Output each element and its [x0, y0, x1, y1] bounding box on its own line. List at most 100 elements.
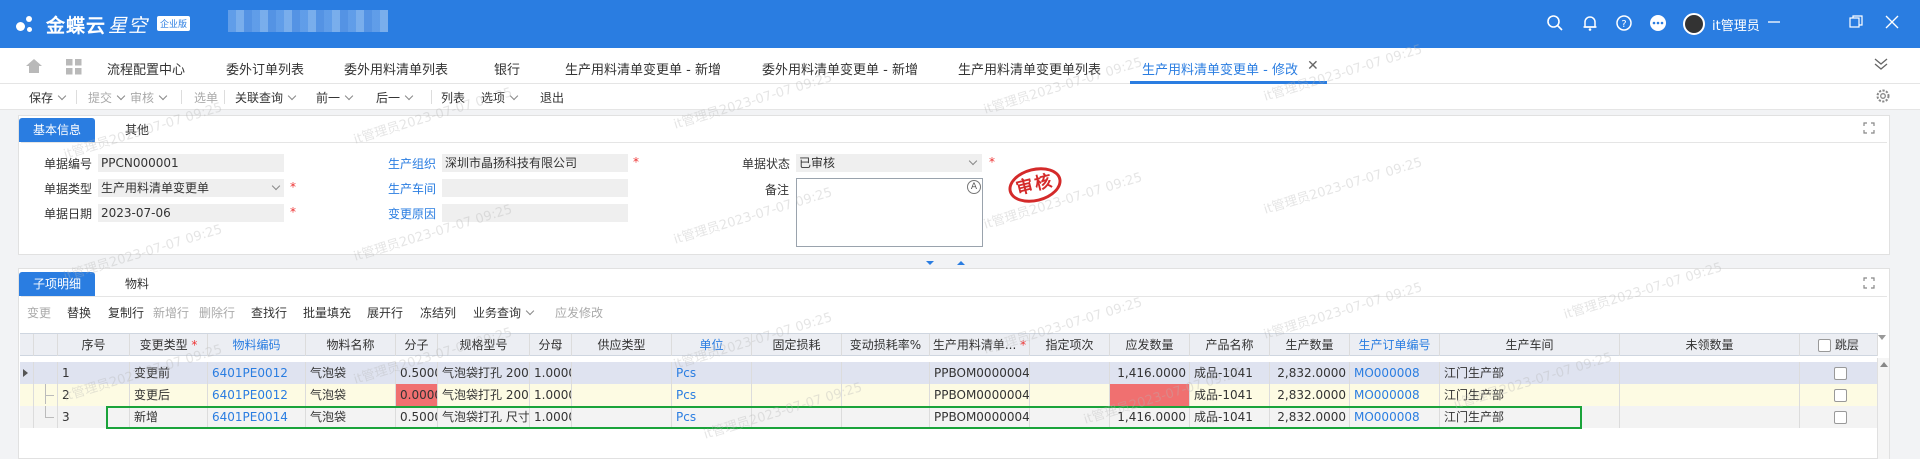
prd-org-field[interactable]: 深圳市晶扬科技有限公司 — [442, 154, 628, 172]
cell-issue-qty[interactable]: 1,416.0000 — [1110, 362, 1190, 384]
tab-ppbom-change-new[interactable]: 生产用料清单变更单 - 新增 — [565, 59, 721, 78]
cell-fixed-loss[interactable] — [752, 384, 842, 406]
cell-change-type[interactable]: 变更后 — [130, 384, 208, 406]
cell-unpicked-qty[interactable] — [1620, 362, 1800, 384]
col-header-unpicked-qty[interactable]: 未领数量 — [1620, 334, 1800, 356]
col-header-var-loss-rate[interactable]: 变动损耗率% — [842, 334, 930, 356]
col-header-prod-qty[interactable]: 生产数量 — [1270, 334, 1350, 356]
cell-material-name[interactable]: 气泡袋 — [306, 406, 396, 428]
audit-button[interactable]: 审核 — [130, 89, 166, 106]
cell-mo-no[interactable]: MO000008 — [1350, 362, 1440, 384]
row-indicator[interactable] — [20, 406, 34, 428]
col-header-issue-qty[interactable]: 应发数量 — [1110, 334, 1190, 356]
cell-var-loss-rate[interactable] — [842, 384, 930, 406]
save-button[interactable]: 保存 — [29, 89, 65, 106]
next-button[interactable]: 后一 — [376, 89, 412, 106]
col-header-denominator[interactable]: 分母 — [530, 334, 572, 356]
search-icon[interactable] — [1545, 14, 1565, 34]
delete-row-button[interactable]: 删除行 — [199, 304, 235, 321]
cell-material-name[interactable]: 气泡袋 — [306, 384, 396, 406]
cell-unpicked-qty[interactable] — [1620, 406, 1800, 428]
cell-ppbom-no[interactable]: PPBOM00000048 — [930, 384, 1030, 406]
cell-prod-qty[interactable]: 2,832.0000 — [1270, 384, 1350, 406]
col-header-change-type[interactable]: 变更类型 — [130, 334, 208, 356]
cell-skip-level[interactable] — [1800, 362, 1878, 384]
find-row-button[interactable]: 查找行 — [251, 304, 287, 321]
cell-denominator[interactable]: 1.0000 — [530, 384, 572, 406]
collapse-up-icon[interactable] — [956, 255, 966, 269]
table-row[interactable]: 1 变更前 6401PE0012 气泡袋 0.5000 气泡袋打孔 200 1.0000 Pc… — [20, 362, 1878, 384]
settings-gear-icon[interactable] — [1875, 88, 1891, 107]
change-reason-label[interactable]: 变更原因 — [388, 205, 436, 222]
avatar[interactable] — [1683, 13, 1705, 35]
bell-icon[interactable] — [1580, 14, 1600, 34]
cell-issue-qty[interactable] — [1110, 384, 1190, 406]
skip-level-checkbox[interactable] — [1834, 411, 1847, 424]
copy-row-button[interactable]: 复制行 — [108, 304, 144, 321]
cell-spec[interactable]: 气泡袋打孔 尺寸 — [438, 406, 530, 428]
tab-sub-detail[interactable]: 子项明细 — [19, 272, 96, 296]
tab-ppbom-change-list[interactable]: 生产用料清单变更单列表 — [958, 59, 1101, 78]
cell-material-code[interactable]: 6401PE0012 — [208, 384, 306, 406]
col-header-ppbom-no[interactable]: 生产用料清单... — [930, 334, 1030, 356]
cell-ppbom-no[interactable]: PPBOM00000048 — [930, 406, 1030, 428]
change-button[interactable]: 变更 — [27, 304, 51, 321]
cell-mo-no[interactable]: MO000008 — [1350, 406, 1440, 428]
restore-icon[interactable] — [1846, 14, 1866, 34]
col-header-supply-type[interactable]: 供应类型 — [572, 334, 672, 356]
close-window-icon[interactable] — [1882, 14, 1902, 34]
cell-assigned-item[interactable] — [1030, 384, 1110, 406]
cell-unit[interactable]: Pcs — [672, 362, 752, 384]
cell-assigned-item[interactable] — [1030, 406, 1110, 428]
cell-ppbom-no[interactable]: PPBOM00000048 — [930, 362, 1030, 384]
col-header-workshop[interactable]: 生产车间 — [1440, 334, 1620, 356]
cell-workshop[interactable]: 江门生产部 — [1440, 406, 1620, 428]
col-header-material-name[interactable]: 物料名称 — [306, 334, 396, 356]
cell-skip-level[interactable] — [1800, 406, 1878, 428]
tab-other[interactable]: 其他 — [111, 118, 163, 142]
multilang-icon[interactable]: A — [967, 180, 981, 194]
expand-panel-icon[interactable] — [1863, 122, 1875, 137]
cell-unit[interactable]: Pcs — [672, 406, 752, 428]
cell-workshop[interactable]: 江门生产部 — [1440, 362, 1620, 384]
prev-button[interactable]: 前一 — [316, 89, 352, 106]
cell-numerator[interactable]: 0.5000 — [396, 406, 438, 428]
cell-skip-level[interactable] — [1800, 384, 1878, 406]
tab-process-config[interactable]: 流程配置中心 — [107, 59, 185, 78]
tab-basic-info[interactable]: 基本信息 — [19, 118, 96, 142]
issue-modify-button[interactable]: 应发修改 — [555, 304, 603, 321]
cell-material-name[interactable]: 气泡袋 — [306, 362, 396, 384]
cell-seq[interactable]: 2 — [58, 384, 130, 406]
cell-change-type[interactable]: 新增 — [130, 406, 208, 428]
select-all-checkbox[interactable] — [1818, 339, 1832, 352]
workshop-field[interactable] — [442, 179, 628, 197]
replace-button[interactable]: 替换 — [67, 304, 91, 321]
tab-ppbom-change-edit[interactable]: 生产用料清单变更单 - 修改 — [1142, 59, 1298, 78]
cell-issue-qty[interactable]: 1,416.0000 — [1110, 406, 1190, 428]
cell-workshop[interactable]: 江门生产部 — [1440, 384, 1620, 406]
list-button[interactable]: 列表 — [441, 89, 465, 106]
expand-grid-icon[interactable] — [1863, 277, 1875, 292]
cell-var-loss-rate[interactable] — [842, 406, 930, 428]
col-header-spec[interactable]: 规格型号 — [438, 334, 530, 356]
cell-denominator[interactable]: 1.0000 — [530, 362, 572, 384]
apps-grid-icon[interactable] — [66, 59, 82, 78]
cell-fixed-loss[interactable] — [752, 362, 842, 384]
cell-spec[interactable]: 气泡袋打孔 200 — [438, 384, 530, 406]
row-indicator[interactable] — [20, 384, 34, 406]
cell-product-name[interactable]: 成品-1041 — [1190, 406, 1270, 428]
user-name[interactable]: it管理员 — [1712, 15, 1760, 34]
related-query-button[interactable]: 关联查询 — [235, 89, 295, 106]
col-header-skip-level[interactable]: 跳层 — [1800, 334, 1878, 356]
cell-numerator[interactable]: 0.5000 — [396, 362, 438, 384]
cell-prod-qty[interactable]: 2,832.0000 — [1270, 406, 1350, 428]
cell-seq[interactable]: 1 — [58, 362, 130, 384]
tab-outsource-order-list[interactable]: 委外订单列表 — [226, 59, 304, 78]
tab-material[interactable]: 物料 — [111, 272, 163, 296]
row-indicator[interactable] — [20, 362, 34, 384]
tab-bank[interactable]: 银行 — [494, 59, 520, 78]
cell-product-name[interactable]: 成品-1041 — [1190, 384, 1270, 406]
cell-seq[interactable]: 3 — [58, 406, 130, 428]
home-icon[interactable] — [25, 58, 43, 77]
col-header-fixed-loss[interactable]: 固定损耗 — [752, 334, 842, 356]
